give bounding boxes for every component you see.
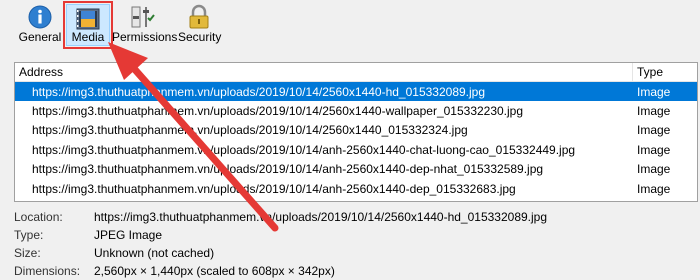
media-list[interactable]: Address Type https://img3.thuthuatphanme…: [14, 62, 698, 202]
lock-icon: [189, 4, 209, 29]
tab-general-label: General: [18, 30, 62, 44]
column-header-type[interactable]: Type: [637, 65, 663, 79]
row-address: https://img3.thuthuatphanmem.vn/uploads/…: [32, 143, 576, 157]
list-row[interactable]: https://img3.thuthuatphanmem.vn/uploads/…: [15, 140, 697, 159]
tab-permissions[interactable]: Permissions: [112, 2, 178, 46]
row-address: https://img3.thuthuatphanmem.vn/uploads/…: [32, 85, 486, 99]
detail-type-label: Type:: [14, 228, 44, 242]
row-type: Image: [637, 123, 671, 137]
permissions-icon: [131, 6, 155, 28]
row-address: https://img3.thuthuatphanmem.vn/uploads/…: [32, 104, 524, 118]
detail-size-label: Size:: [14, 246, 41, 260]
row-type: Image: [637, 104, 671, 118]
list-row[interactable]: https://img3.thuthuatphanmem.vn/uploads/…: [15, 101, 697, 120]
detail-dimensions-label: Dimensions:: [14, 264, 81, 278]
detail-location-value: https://img3.thuthuatphanmem.vn/uploads/…: [94, 210, 548, 224]
tab-media-label: Media: [71, 30, 105, 44]
toolbar: General Media Permissions Security: [0, 0, 700, 50]
tab-security-label: Security: [178, 30, 222, 44]
tab-media[interactable]: Media: [63, 1, 113, 49]
list-row[interactable]: https://img3.thuthuatphanmem.vn/uploads/…: [15, 159, 697, 178]
tab-permissions-label: Permissions: [112, 30, 178, 44]
tab-security[interactable]: Security: [178, 2, 222, 46]
column-header-address[interactable]: Address: [19, 65, 63, 79]
detail-dimensions-value: 2,560px × 1,440px (scaled to 608px × 342…: [94, 264, 335, 278]
list-row[interactable]: https://img3.thuthuatphanmem.vn/uploads/…: [15, 82, 697, 101]
tab-general[interactable]: General: [18, 2, 62, 46]
list-header: Address Type: [15, 63, 697, 82]
info-icon: [28, 5, 52, 29]
list-row[interactable]: https://img3.thuthuatphanmem.vn/uploads/…: [15, 179, 697, 198]
row-address: https://img3.thuthuatphanmem.vn/uploads/…: [32, 123, 468, 137]
list-row[interactable]: https://img3.thuthuatphanmem.vn/uploads/…: [15, 120, 697, 139]
row-type: Image: [637, 162, 671, 176]
row-type: Image: [637, 182, 671, 196]
detail-location-label: Location:: [14, 210, 63, 224]
row-type: Image: [637, 143, 671, 157]
detail-size-value: Unknown (not cached): [94, 246, 215, 260]
column-divider[interactable]: [632, 63, 633, 81]
media-icon: [76, 8, 100, 30]
row-address: https://img3.thuthuatphanmem.vn/uploads/…: [32, 162, 544, 176]
row-type: Image: [637, 85, 671, 99]
row-address: https://img3.thuthuatphanmem.vn/uploads/…: [32, 182, 516, 196]
detail-type-value: JPEG Image: [94, 228, 163, 242]
